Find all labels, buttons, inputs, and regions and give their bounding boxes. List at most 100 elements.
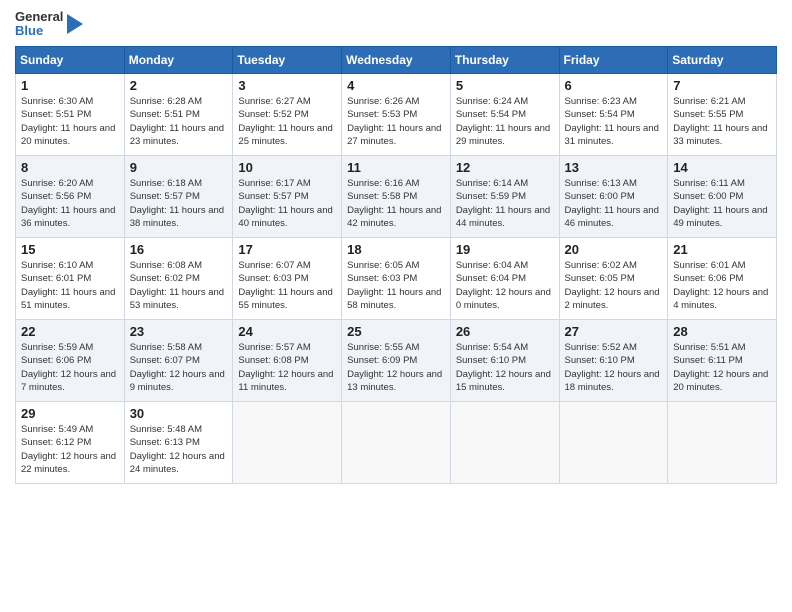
day-info: Sunrise: 5:52 AMSunset: 6:10 PMDaylight:… (565, 341, 663, 394)
calendar-cell: 20Sunrise: 6:02 AMSunset: 6:05 PMDayligh… (559, 238, 668, 320)
day-info: Sunrise: 5:48 AMSunset: 6:13 PMDaylight:… (130, 423, 228, 476)
day-header-saturday: Saturday (668, 47, 777, 74)
day-header-tuesday: Tuesday (233, 47, 342, 74)
sunset-text: Sunset: 6:13 PM (130, 437, 200, 448)
daylight-text: Daylight: 12 hours and 20 minutes. (673, 369, 768, 393)
day-info: Sunrise: 6:20 AMSunset: 5:56 PMDaylight:… (21, 177, 119, 230)
header: General Blue (15, 10, 777, 38)
calendar-cell: 9Sunrise: 6:18 AMSunset: 5:57 PMDaylight… (124, 156, 233, 238)
daylight-text: Daylight: 11 hours and 20 minutes. (21, 123, 115, 147)
sunrise-text: Sunrise: 6:16 AM (347, 178, 419, 189)
day-number: 10 (238, 160, 336, 175)
sunrise-text: Sunrise: 6:23 AM (565, 96, 637, 107)
sunset-text: Sunset: 6:08 PM (238, 355, 308, 366)
day-info: Sunrise: 6:01 AMSunset: 6:06 PMDaylight:… (673, 259, 771, 312)
daylight-text: Daylight: 12 hours and 4 minutes. (673, 287, 768, 311)
calendar-cell: 4 Sunrise: 6:26 AMSunset: 5:53 PMDaylight… (342, 74, 451, 156)
calendar-cell (450, 402, 559, 484)
calendar-cell: 1 Sunrise: 6:30 AMSunset: 5:51 PMDaylight… (16, 74, 125, 156)
daylight-text: Daylight: 11 hours and 49 minutes. (673, 205, 767, 229)
sunrise-text: Sunrise: 6:08 AM (130, 260, 202, 271)
sunset-text: Sunset: 6:03 PM (238, 273, 308, 284)
sunrise-text: Sunrise: 6:14 AM (456, 178, 528, 189)
daylight-text: Daylight: 12 hours and 9 minutes. (130, 369, 225, 393)
day-number: 24 (238, 324, 336, 339)
week-row-3: 15Sunrise: 6:10 AMSunset: 6:01 PMDayligh… (16, 238, 777, 320)
calendar-cell: 18Sunrise: 6:05 AMSunset: 6:03 PMDayligh… (342, 238, 451, 320)
daylight-text: Daylight: 11 hours and 55 minutes. (238, 287, 332, 311)
sunset-text: Sunset: 6:00 PM (673, 191, 743, 202)
sunrise-text: Sunrise: 5:59 AM (21, 342, 93, 353)
day-info: Sunrise: 6:23 AMSunset: 5:54 PMDaylight:… (565, 95, 663, 148)
daylight-text: Daylight: 11 hours and 58 minutes. (347, 287, 441, 311)
sunrise-text: Sunrise: 6:24 AM (456, 96, 528, 107)
day-info: Sunrise: 5:59 AMSunset: 6:06 PMDaylight:… (21, 341, 119, 394)
day-number: 29 (21, 406, 119, 421)
sunrise-text: Sunrise: 5:55 AM (347, 342, 419, 353)
sunrise-text: Sunrise: 6:21 AM (673, 96, 745, 107)
day-number: 4 (347, 78, 445, 93)
sunrise-text: Sunrise: 6:20 AM (21, 178, 93, 189)
day-number: 21 (673, 242, 771, 257)
sunrise-text: Sunrise: 6:02 AM (565, 260, 637, 271)
day-info: Sunrise: 6:26 AMSunset: 5:53 PMDaylight:… (347, 95, 445, 148)
sunset-text: Sunset: 5:55 PM (673, 109, 743, 120)
day-info: Sunrise: 6:13 AMSunset: 6:00 PMDaylight:… (565, 177, 663, 230)
day-number: 20 (565, 242, 663, 257)
day-number: 1 (21, 78, 119, 93)
daylight-text: Daylight: 12 hours and 15 minutes. (456, 369, 551, 393)
sunrise-text: Sunrise: 5:48 AM (130, 424, 202, 435)
day-info: Sunrise: 6:14 AMSunset: 5:59 PMDaylight:… (456, 177, 554, 230)
sunset-text: Sunset: 5:54 PM (456, 109, 526, 120)
logo-chevron-icon (65, 10, 85, 38)
sunrise-text: Sunrise: 5:52 AM (565, 342, 637, 353)
daylight-text: Daylight: 11 hours and 36 minutes. (21, 205, 115, 229)
day-info: Sunrise: 5:55 AMSunset: 6:09 PMDaylight:… (347, 341, 445, 394)
sunset-text: Sunset: 5:51 PM (130, 109, 200, 120)
logo: General Blue (15, 10, 85, 38)
day-info: Sunrise: 5:58 AMSunset: 6:07 PMDaylight:… (130, 341, 228, 394)
sunrise-text: Sunrise: 6:18 AM (130, 178, 202, 189)
sunrise-text: Sunrise: 6:26 AM (347, 96, 419, 107)
day-number: 12 (456, 160, 554, 175)
daylight-text: Daylight: 12 hours and 7 minutes. (21, 369, 116, 393)
sunset-text: Sunset: 5:57 PM (130, 191, 200, 202)
daylight-text: Daylight: 12 hours and 11 minutes. (238, 369, 333, 393)
sunrise-text: Sunrise: 5:49 AM (21, 424, 93, 435)
sunrise-text: Sunrise: 6:01 AM (673, 260, 745, 271)
day-info: Sunrise: 5:49 AMSunset: 6:12 PMDaylight:… (21, 423, 119, 476)
sunrise-text: Sunrise: 6:07 AM (238, 260, 310, 271)
sunrise-text: Sunrise: 5:54 AM (456, 342, 528, 353)
day-number: 30 (130, 406, 228, 421)
sunset-text: Sunset: 6:01 PM (21, 273, 91, 284)
calendar-cell: 13Sunrise: 6:13 AMSunset: 6:00 PMDayligh… (559, 156, 668, 238)
day-info: Sunrise: 6:30 AMSunset: 5:51 PMDaylight:… (21, 95, 119, 148)
calendar-table: SundayMondayTuesdayWednesdayThursdayFrid… (15, 46, 777, 484)
day-number: 8 (21, 160, 119, 175)
sunset-text: Sunset: 6:02 PM (130, 273, 200, 284)
day-header-sunday: Sunday (16, 47, 125, 74)
daylight-text: Daylight: 11 hours and 44 minutes. (456, 205, 550, 229)
day-info: Sunrise: 6:18 AMSunset: 5:57 PMDaylight:… (130, 177, 228, 230)
daylight-text: Daylight: 12 hours and 2 minutes. (565, 287, 660, 311)
day-number: 15 (21, 242, 119, 257)
sunrise-text: Sunrise: 5:58 AM (130, 342, 202, 353)
calendar-cell: 6Sunrise: 6:23 AMSunset: 5:54 PMDaylight… (559, 74, 668, 156)
daylight-text: Daylight: 12 hours and 13 minutes. (347, 369, 442, 393)
sunrise-text: Sunrise: 6:04 AM (456, 260, 528, 271)
day-number: 18 (347, 242, 445, 257)
calendar-cell: 24 Sunrise: 5:57 AM Sunset: 6:08 PM Dayligh… (233, 320, 342, 402)
day-info: Sunrise: 6:11 AMSunset: 6:00 PMDaylight:… (673, 177, 771, 230)
calendar-cell (233, 402, 342, 484)
day-number: 17 (238, 242, 336, 257)
day-info: Sunrise: 6:21 AMSunset: 5:55 PMDaylight:… (673, 95, 771, 148)
sunrise-text: Sunrise: 5:57 AM (238, 342, 310, 353)
calendar-cell: 10Sunrise: 6:17 AMSunset: 5:57 PMDayligh… (233, 156, 342, 238)
daylight-text: Daylight: 12 hours and 18 minutes. (565, 369, 660, 393)
day-header-thursday: Thursday (450, 47, 559, 74)
calendar-cell: 11Sunrise: 6:16 AMSunset: 5:58 PMDayligh… (342, 156, 451, 238)
daylight-text: Daylight: 12 hours and 0 minutes. (456, 287, 551, 311)
day-number: 11 (347, 160, 445, 175)
calendar-cell: 12 Sunrise: 6:14 AMSunset: 5:59 PMDayligh… (450, 156, 559, 238)
day-number: 23 (130, 324, 228, 339)
